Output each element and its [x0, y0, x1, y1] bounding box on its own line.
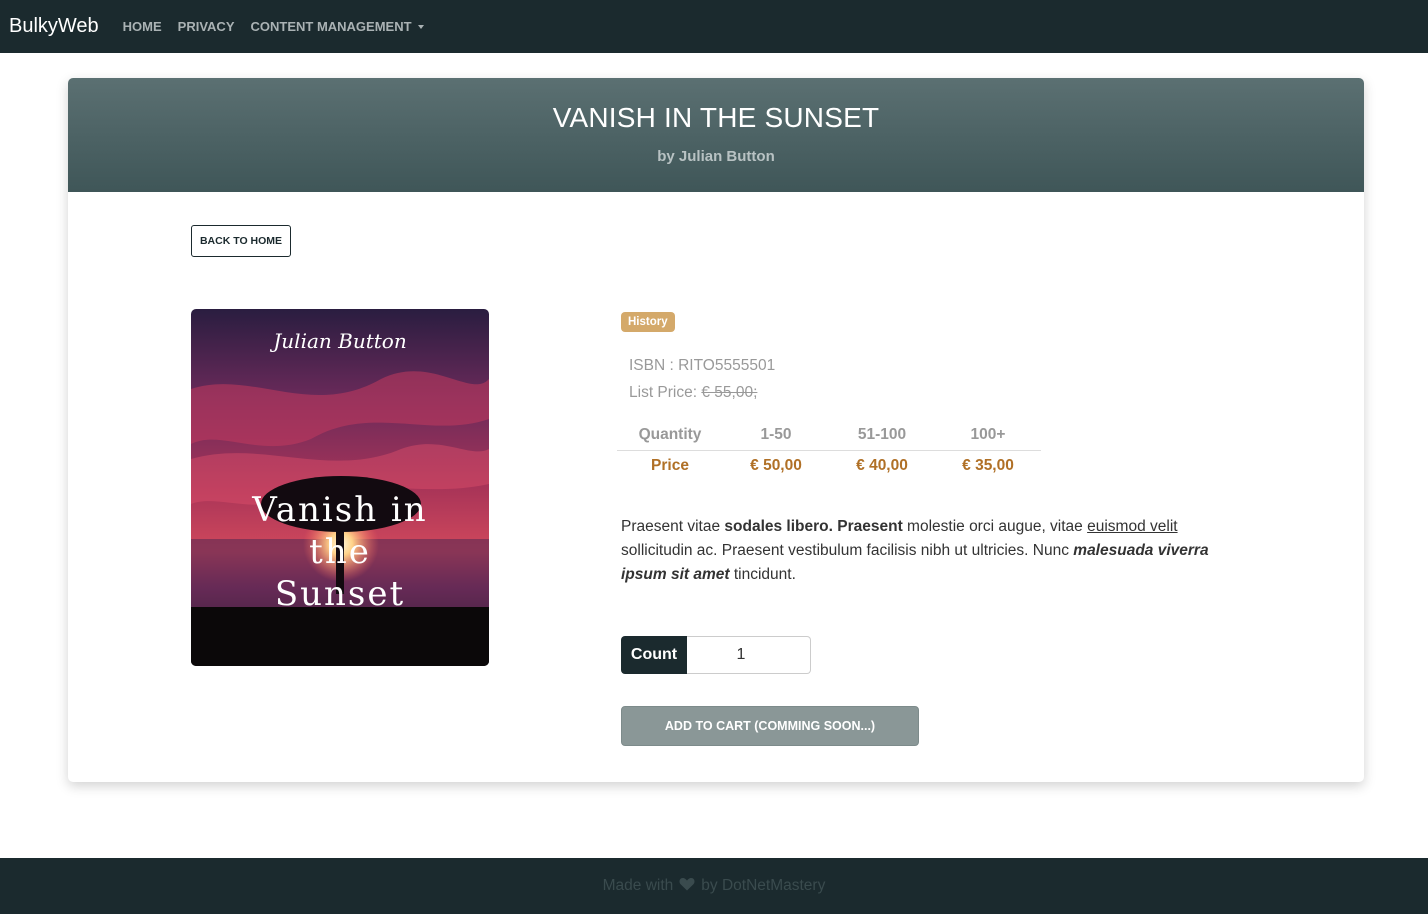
price-row: Price € 50,00 € 40,00 € 35,00 — [617, 450, 1041, 482]
quantity-range: 100+ — [935, 420, 1041, 451]
brand-link[interactable]: BulkyWeb — [9, 15, 99, 38]
footer-text-after: by DotNetMastery — [701, 877, 826, 894]
tier-price: € 50,00 — [750, 457, 802, 475]
add-to-cart-button[interactable]: ADD TO CART (COMMING SOON...) — [621, 706, 919, 746]
count-input-group: Count — [621, 636, 811, 674]
cover-author-text: Julian Button — [273, 329, 407, 353]
isbn-line: ISBN : RITO5555501 — [629, 357, 775, 375]
category-badge: History — [621, 312, 675, 332]
quantity-header: Quantity — [617, 420, 723, 451]
back-to-home-button[interactable]: BACK TO HOME — [191, 225, 291, 257]
count-input[interactable] — [687, 636, 811, 674]
nav-home-link[interactable]: HOME — [123, 19, 162, 34]
nav-content-management-label: CONTENT MANAGEMENT — [250, 19, 412, 34]
book-cover-image: Julian Button Vanish in the Sunset — [191, 309, 489, 666]
list-price-label: List Price: — [629, 384, 702, 401]
product-author: by Julian Button — [657, 148, 775, 165]
tier-price: € 35,00 — [962, 457, 1014, 475]
isbn-value: RITO5555501 — [678, 357, 776, 374]
cover-title-text: Vanish in the Sunset — [191, 489, 489, 615]
cover-title-line: the — [309, 532, 371, 572]
product-description: Praesent vitae sodales libero. Praesent … — [621, 515, 1241, 587]
tier-price: € 40,00 — [856, 457, 908, 475]
card-header: VANISH IN THE SUNSET by Julian Button — [68, 78, 1364, 192]
price-tier-table: Quantity 1-50 51-100 100+ Price € 50,00 … — [617, 420, 1041, 482]
heart-icon — [679, 877, 695, 896]
quantity-range: 1-50 — [723, 420, 829, 451]
isbn-label: ISBN : — [629, 357, 679, 374]
product-details-card: VANISH IN THE SUNSET by Julian Button BA… — [68, 78, 1364, 782]
quantity-range: 51-100 — [829, 420, 935, 451]
nav-content-management-dropdown[interactable]: CONTENT MANAGEMENT — [251, 19, 424, 34]
list-price-line: List Price: € 55,00; — [629, 384, 757, 402]
list-price-value: € 55,00; — [701, 384, 758, 401]
nav-privacy-link[interactable]: PRIVACY — [178, 19, 235, 34]
desc-text: tincidunt. — [729, 566, 796, 583]
desc-text: Praesent vitae — [621, 518, 725, 535]
desc-text: molestie orci augue, vitae — [902, 518, 1088, 535]
top-navbar: BulkyWeb HOME PRIVACY CONTENT MANAGEMENT — [0, 0, 1428, 53]
caret-down-icon — [417, 24, 424, 29]
price-header: Price — [651, 457, 689, 475]
footer: Made with by DotNetMastery — [0, 858, 1428, 914]
footer-text-before: Made with — [602, 877, 674, 894]
count-label: Count — [621, 636, 687, 674]
cover-title-line: Sunset — [274, 574, 406, 614]
desc-text: sollicitudin ac. Praesent vestibulum fac… — [621, 542, 1074, 559]
cover-title-line: Vanish in — [252, 490, 428, 530]
quantity-row: Quantity 1-50 51-100 100+ — [617, 420, 1041, 451]
desc-bold: sodales libero. Praesent — [724, 518, 903, 535]
product-title: VANISH IN THE SUNSET — [552, 102, 880, 133]
desc-underline: euismod velit — [1087, 518, 1178, 535]
